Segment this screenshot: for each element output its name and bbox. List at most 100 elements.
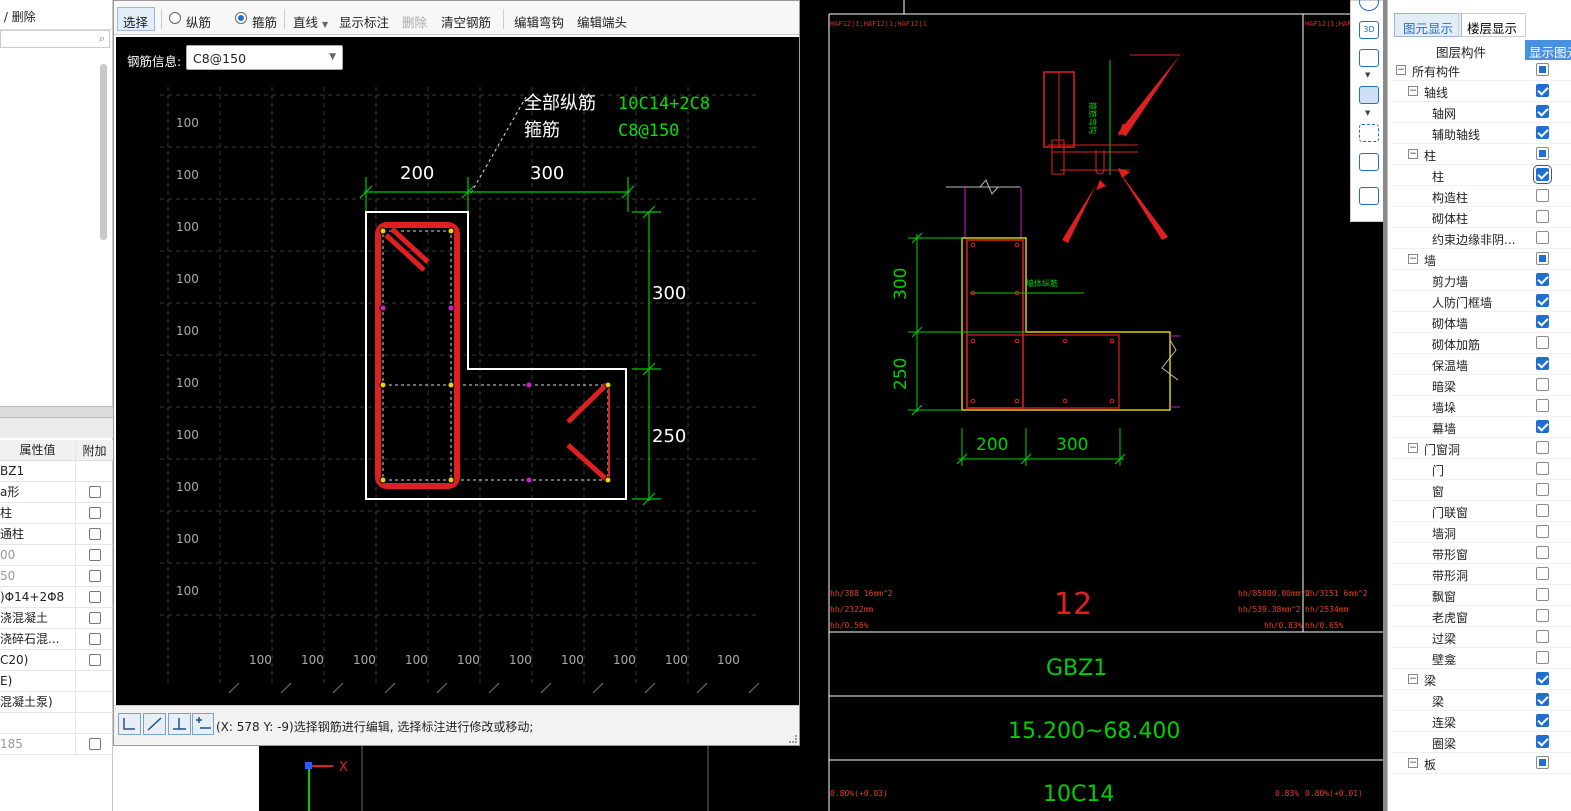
layer-row[interactable]: 暗梁 xyxy=(1392,375,1571,396)
property-value[interactable]: 通柱 xyxy=(0,524,76,544)
layer-row[interactable]: − 门窗洞 xyxy=(1392,438,1571,459)
layer-visibility-checkbox[interactable] xyxy=(1536,315,1549,328)
edit-end-button[interactable]: 编辑端头 xyxy=(577,12,627,31)
delete-button[interactable]: / 删除 xyxy=(0,10,36,24)
longitudinal-rebar-point[interactable] xyxy=(447,227,455,235)
property-row[interactable]: C20) xyxy=(0,650,113,671)
layer-visibility-checkbox[interactable] xyxy=(1536,189,1549,202)
layer-row[interactable]: − 板 xyxy=(1392,753,1571,774)
property-value[interactable]: 00 xyxy=(0,545,76,565)
dim-right-bottom[interactable]: 250 xyxy=(652,426,686,447)
layer-visibility-checkbox[interactable] xyxy=(1536,105,1549,118)
extra-checkbox[interactable] xyxy=(88,738,101,750)
tie-hook[interactable] xyxy=(566,443,609,482)
layer-visibility-checkbox[interactable] xyxy=(1536,567,1549,580)
layer-visibility-checkbox[interactable] xyxy=(1536,630,1549,643)
collapse-toggle-icon[interactable]: − xyxy=(1408,86,1418,96)
perpendicular-snap-button[interactable] xyxy=(168,713,191,735)
layer-row[interactable]: 约束边缘非阴... xyxy=(1392,228,1571,249)
layer-visibility-checkbox[interactable] xyxy=(1536,714,1549,727)
layer-row[interactable]: 构造柱 xyxy=(1392,186,1571,207)
dim-top-right[interactable]: 300 xyxy=(530,163,564,184)
layer-visibility-checkbox[interactable] xyxy=(1536,273,1549,286)
layer-row[interactable]: − 梁 xyxy=(1392,669,1571,690)
layer-row[interactable]: 老虎窗 xyxy=(1392,606,1571,627)
layer-visibility-checkbox[interactable] xyxy=(1536,441,1549,454)
layer-row[interactable]: − 所有构件 xyxy=(1392,60,1571,81)
property-value[interactable]: 柱 xyxy=(0,503,76,523)
longitudinal-rebar-point[interactable] xyxy=(379,381,387,389)
property-value[interactable]: 浇混凝土 xyxy=(0,608,76,628)
property-row[interactable]: 50 xyxy=(0,566,113,587)
layer-row[interactable]: 幕墙 xyxy=(1392,417,1571,438)
stirrup-spec-value[interactable]: C8@150 xyxy=(618,121,679,141)
orbit-view-button[interactable] xyxy=(1359,0,1379,11)
layer-visibility-checkbox[interactable] xyxy=(1536,63,1549,76)
collapse-toggle-icon[interactable]: − xyxy=(1396,65,1406,75)
layer-visibility-checkbox[interactable] xyxy=(1536,651,1549,664)
layer-visibility-checkbox[interactable] xyxy=(1536,462,1549,475)
property-row[interactable]: 通柱 xyxy=(0,524,113,545)
layer-row[interactable]: − 墙 xyxy=(1392,249,1571,270)
layer-row[interactable]: 窗 xyxy=(1392,480,1571,501)
layer-visibility-checkbox[interactable] xyxy=(1536,483,1549,496)
rebar-info-select[interactable]: C8@150 ▼ xyxy=(186,45,343,70)
component-search-input[interactable]: ⌕ xyxy=(0,30,110,48)
property-value[interactable]: BZ1 xyxy=(0,461,76,481)
cube-view-button[interactable] xyxy=(1359,49,1379,67)
longitudinal-rebar-point[interactable] xyxy=(447,381,455,389)
longitudinal-rebar-point[interactable] xyxy=(447,476,455,484)
extra-checkbox[interactable] xyxy=(88,612,101,624)
layer-row[interactable]: 门联窗 xyxy=(1392,501,1571,522)
extra-checkbox[interactable] xyxy=(88,549,101,561)
extra-checkbox[interactable] xyxy=(88,591,101,603)
layer-row[interactable]: 人防门框墙 xyxy=(1392,291,1571,312)
layer-row[interactable]: 墙垛 xyxy=(1392,396,1571,417)
property-row[interactable]: 柱 xyxy=(0,503,113,524)
layer-row[interactable]: 砌体墙 xyxy=(1392,312,1571,333)
secondary-rebar-point[interactable] xyxy=(379,304,387,312)
all-longitudinal-value[interactable]: 10C14+2C8 xyxy=(618,94,710,114)
collapse-toggle-icon[interactable]: − xyxy=(1408,254,1418,264)
property-row[interactable]: BZ1 xyxy=(0,461,113,482)
cad-viewport[interactable]: HAF12|1;HAF12|1;HAF12|1 HAF12|1;HAF12|1 … xyxy=(800,0,1385,811)
longitudinal-rebar-point[interactable] xyxy=(379,227,387,235)
chevron-down-icon[interactable]: ▼ xyxy=(1365,109,1370,117)
layer-visibility-checkbox[interactable] xyxy=(1536,357,1549,370)
solid-view-button[interactable] xyxy=(1359,86,1379,104)
layer-visibility-checkbox[interactable] xyxy=(1536,504,1549,517)
layer-row[interactable]: 圈梁 xyxy=(1392,732,1571,753)
property-value[interactable]: )Φ14+2Φ8 xyxy=(0,587,76,607)
layer-visibility-checkbox[interactable] xyxy=(1536,84,1549,97)
cad-bottom-strip[interactable]: X xyxy=(259,746,800,811)
extra-checkbox[interactable] xyxy=(88,486,101,498)
3d-view-button[interactable]: 3D xyxy=(1359,21,1379,39)
panel-splitter[interactable] xyxy=(0,406,113,418)
layer-row[interactable]: 过梁 xyxy=(1392,627,1571,648)
layer-visibility-checkbox[interactable] xyxy=(1536,231,1549,244)
layer-visibility-checkbox[interactable] xyxy=(1536,672,1549,685)
layer-row[interactable]: 飘窗 xyxy=(1392,585,1571,606)
layer-visibility-checkbox[interactable] xyxy=(1536,336,1549,349)
clear-rebar-button[interactable]: 清空钢筋 xyxy=(441,12,491,31)
layer-display-button[interactable] xyxy=(1359,187,1379,205)
edit-hook-button[interactable]: 编辑弯钩 xyxy=(514,12,564,31)
layer-row[interactable]: 带形洞 xyxy=(1392,564,1571,585)
longitudinal-radio[interactable] xyxy=(169,12,181,24)
layer-row[interactable]: 墙洞 xyxy=(1392,522,1571,543)
property-value[interactable]: 50 xyxy=(0,566,76,586)
property-row[interactable]: 185 xyxy=(0,734,113,755)
layer-row[interactable]: − 柱 xyxy=(1392,144,1571,165)
extra-checkbox[interactable] xyxy=(88,654,101,666)
layer-row[interactable]: 梁 xyxy=(1392,690,1571,711)
layer-visibility-checkbox[interactable] xyxy=(1536,252,1549,265)
layer-row[interactable]: 轴网 xyxy=(1392,102,1571,123)
layer-visibility-checkbox[interactable] xyxy=(1536,546,1549,559)
property-row[interactable]: 浇混凝土 xyxy=(0,608,113,629)
longitudinal-rebar-point[interactable] xyxy=(604,476,612,484)
layer-visibility-checkbox[interactable] xyxy=(1536,420,1549,433)
property-value[interactable]: a形 xyxy=(0,482,76,502)
chevron-down-icon[interactable]: ▼ xyxy=(1365,71,1370,79)
property-value[interactable] xyxy=(0,713,76,733)
layer-row[interactable]: 柱 xyxy=(1392,165,1571,186)
